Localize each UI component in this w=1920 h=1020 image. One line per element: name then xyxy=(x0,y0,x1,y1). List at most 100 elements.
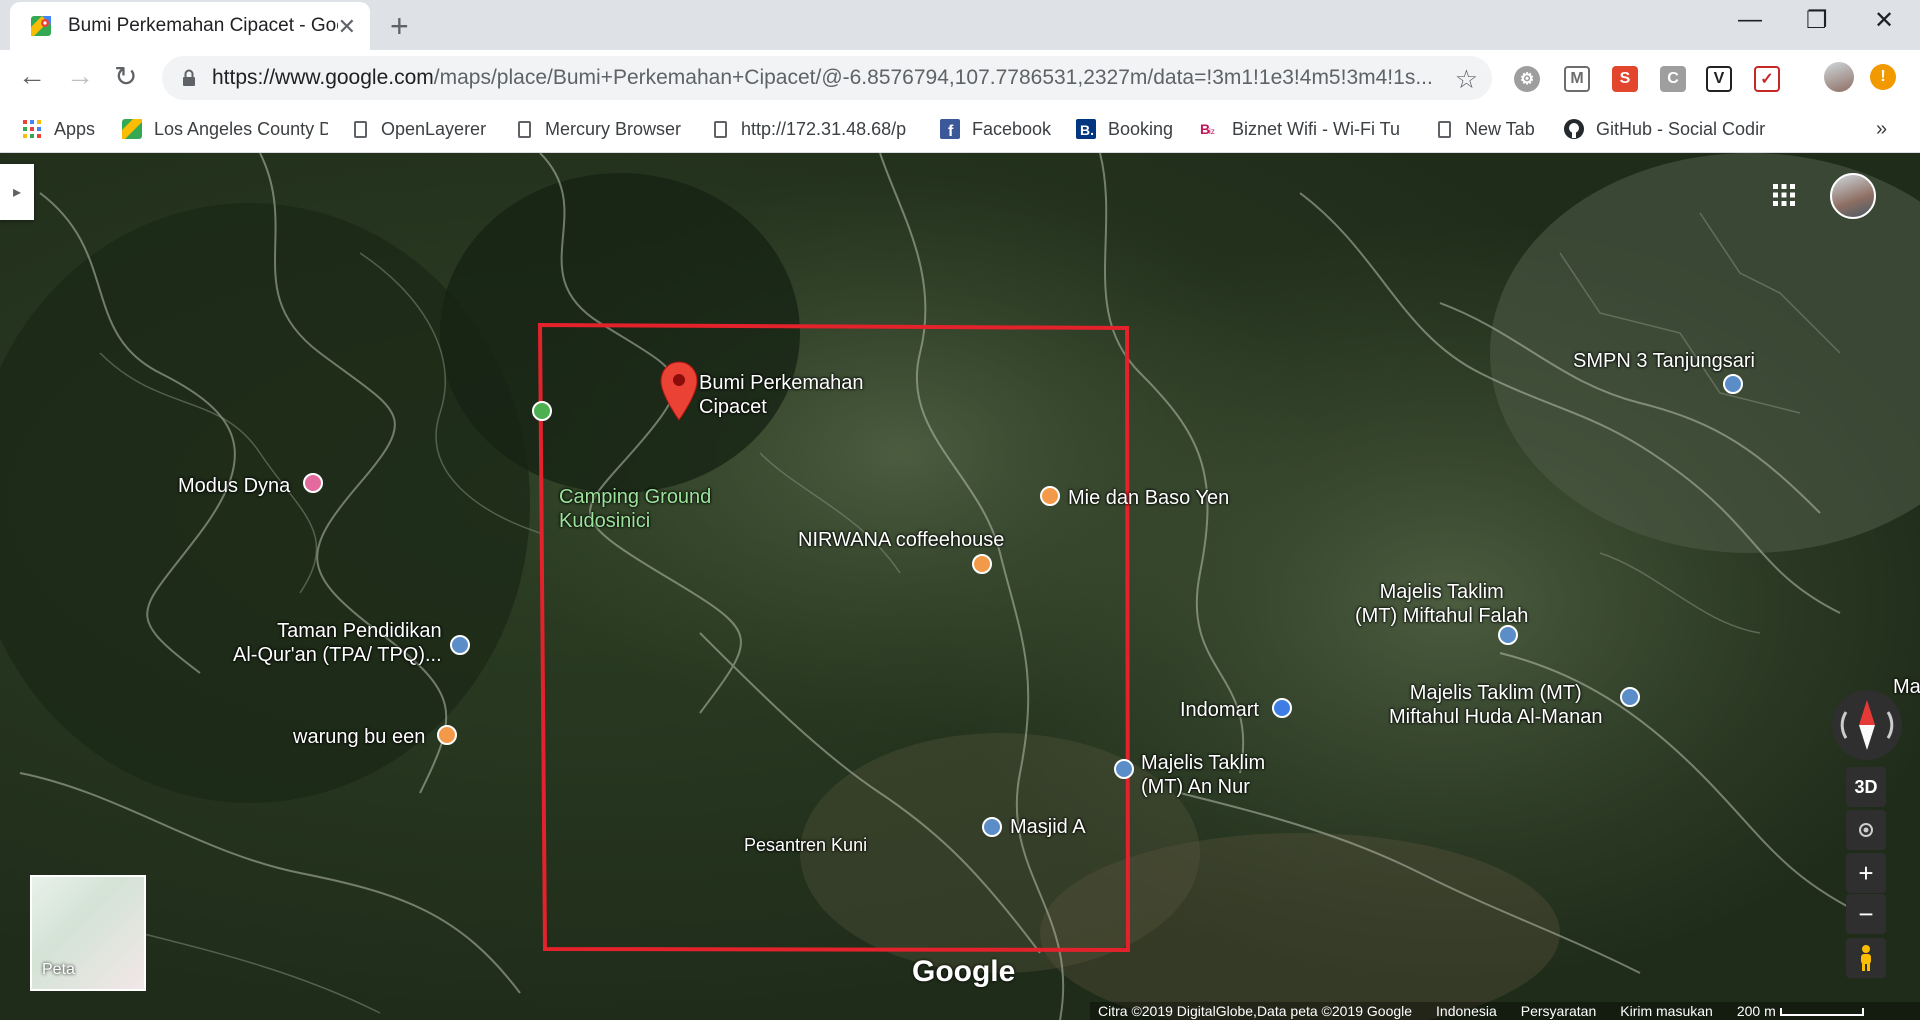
place-of-worship-icon[interactable] xyxy=(1114,759,1134,779)
bookmark-new-tab[interactable]: New Tab xyxy=(1438,116,1535,142)
place-label-taman-pendidikan[interactable]: Taman Pendidikan Al-Qur'an (TPA/ TPQ)... xyxy=(233,619,442,667)
zoom-out-button[interactable]: − xyxy=(1846,894,1886,934)
browser-toolbar: ← → ↻ https://www.google.com/maps/place/… xyxy=(0,50,1920,106)
page-icon xyxy=(518,120,531,138)
place-label-nirwana[interactable]: NIRWANA coffeehouse xyxy=(798,528,1004,552)
close-window-icon[interactable]: ✕ xyxy=(1874,6,1894,35)
svg-text:iz: iz xyxy=(1209,127,1215,136)
place-label-indomart[interactable]: Indomart xyxy=(1180,698,1259,722)
collapse-side-panel-button[interactable]: ▸ xyxy=(0,164,34,220)
shield-extension-icon[interactable]: ✓ xyxy=(1754,66,1780,92)
terms-link[interactable]: Persyaratan xyxy=(1521,1003,1596,1019)
bookmark-label: Biznet Wifi - Wi-Fi Tu xyxy=(1232,118,1401,139)
my-location-button[interactable] xyxy=(1846,810,1886,850)
place-label-modus-dyna[interactable]: Modus Dyna xyxy=(178,474,290,498)
v-extension-icon[interactable]: V xyxy=(1706,66,1732,92)
map-type-label: Peta xyxy=(42,961,75,978)
3d-toggle-button[interactable]: 3D xyxy=(1846,767,1886,807)
feedback-link[interactable]: Kirim masukan xyxy=(1620,1003,1713,1019)
tab-google-maps[interactable]: Bumi Perkemahan Cipacet - Google Maps ✕ xyxy=(10,2,370,50)
settings-extension-icon[interactable]: ⚙ xyxy=(1514,66,1540,92)
zoom-in-button[interactable]: + xyxy=(1846,853,1886,893)
reload-icon[interactable]: ↻ xyxy=(114,60,137,93)
place-label-masjid[interactable]: Masjid A xyxy=(1010,815,1086,839)
facebook-icon: f xyxy=(940,119,960,139)
mosque-icon[interactable] xyxy=(982,817,1002,837)
profile-avatar-icon[interactable] xyxy=(1824,62,1854,92)
bookmark-star-icon[interactable]: ☆ xyxy=(1455,64,1478,95)
new-tab-button[interactable]: + xyxy=(390,8,409,45)
place-label-warung-bu-een[interactable]: warung bu een xyxy=(293,725,425,749)
close-tab-icon[interactable]: ✕ xyxy=(338,14,356,40)
place-label-bottom-truncated[interactable]: Pesantren Kuni xyxy=(744,833,867,857)
back-icon[interactable]: ← xyxy=(18,60,46,92)
bookmark-biznet[interactable]: Biz Biznet Wifi - Wi-Fi Tu xyxy=(1200,116,1412,142)
map-footer: Citra ©2019 DigitalGlobe,Data peta ©2019… xyxy=(1090,1002,1920,1020)
location-marker-icon[interactable] xyxy=(660,361,698,421)
svg-text:f: f xyxy=(948,123,954,139)
place-of-worship-icon[interactable] xyxy=(1620,687,1640,707)
github-icon xyxy=(1564,119,1584,139)
compass-icon xyxy=(1840,700,1894,750)
shopping-icon[interactable] xyxy=(1272,698,1292,718)
lock-icon xyxy=(182,69,196,87)
bookmark-label: http://172.31.48.68/p xyxy=(741,118,907,139)
google-apps-icon[interactable] xyxy=(1772,183,1796,207)
bookmark-los-angeles[interactable]: Los Angeles County D xyxy=(122,116,328,142)
place-label-majelis-an-nur[interactable]: Majelis Taklim (MT) An Nur xyxy=(1141,751,1265,799)
bookmark-ip-address[interactable]: http://172.31.48.68/p xyxy=(714,116,914,142)
minimize-icon[interactable]: — xyxy=(1738,6,1762,34)
bookmark-facebook[interactable]: f Facebook xyxy=(940,116,1051,142)
cafe-icon[interactable] xyxy=(972,554,992,574)
gmail-extension-icon[interactable]: M xyxy=(1564,66,1590,92)
place-label-smpn-3[interactable]: SMPN 3 Tanjungsari xyxy=(1573,349,1755,373)
update-alert-icon[interactable]: ! xyxy=(1870,64,1896,90)
tab-title: Bumi Perkemahan Cipacet - Google Maps xyxy=(68,15,338,36)
c-extension-icon[interactable]: C xyxy=(1660,66,1686,92)
hotel-icon[interactable] xyxy=(303,473,323,493)
forward-icon[interactable]: → xyxy=(66,60,94,92)
svg-text:B.: B. xyxy=(1080,122,1094,138)
booking-icon: B. xyxy=(1076,119,1096,139)
target-icon xyxy=(1859,823,1873,837)
map-type-toggle[interactable]: Peta xyxy=(30,875,146,991)
place-label-majelis-huda[interactable]: Majelis Taklim (MT) Miftahul Huda Al-Man… xyxy=(1389,681,1602,729)
country-link[interactable]: Indonesia xyxy=(1436,1003,1497,1019)
place-label-camping-ground[interactable]: Camping Ground Kudosinici xyxy=(559,485,711,533)
street-view-button[interactable] xyxy=(1846,938,1886,978)
page-icon xyxy=(354,120,367,138)
bookmark-label: Apps xyxy=(54,118,96,139)
s-extension-icon[interactable]: S xyxy=(1612,66,1638,92)
bookmarks-bar: Apps Los Angeles County D OpenLayerer Me… xyxy=(0,106,1920,153)
compass-control[interactable] xyxy=(1832,690,1902,760)
scale-bar[interactable]: 200 m xyxy=(1737,1003,1864,1019)
restore-icon[interactable]: ❐ xyxy=(1806,6,1828,35)
bookmark-apps[interactable]: Apps xyxy=(22,116,95,142)
page-icon xyxy=(1438,120,1451,138)
google-maps-icon xyxy=(30,15,52,37)
education-icon[interactable] xyxy=(450,635,470,655)
satellite-imagery xyxy=(0,153,1920,1020)
bookmark-openlayerer[interactable]: OpenLayerer xyxy=(354,116,486,142)
bookmark-label: New Tab xyxy=(1465,118,1535,139)
attribution-text: Citra ©2019 DigitalGlobe,Data peta ©2019… xyxy=(1098,1003,1413,1019)
maps-icon xyxy=(122,119,142,139)
place-label-mie-dan-baso[interactable]: Mie dan Baso Yen xyxy=(1068,486,1229,510)
restaurant-icon[interactable] xyxy=(437,725,457,745)
url-text: https://www.google.com/maps/place/Bumi+P… xyxy=(212,66,1462,90)
bookmark-mercury[interactable]: Mercury Browser xyxy=(518,116,681,142)
place-label-bumi-perkemahan[interactable]: Bumi Perkemahan Cipacet xyxy=(699,371,864,419)
campground-icon[interactable] xyxy=(532,401,552,421)
school-icon[interactable] xyxy=(1723,374,1743,394)
bookmark-label: Mercury Browser xyxy=(545,118,682,139)
bookmarks-overflow-button[interactable]: » xyxy=(1876,116,1887,142)
place-of-worship-icon[interactable] xyxy=(1498,625,1518,645)
bookmark-label: Booking xyxy=(1108,118,1174,139)
account-avatar[interactable] xyxy=(1830,173,1876,219)
restaurant-icon[interactable] xyxy=(1040,486,1060,506)
place-label-majelis-falah[interactable]: Majelis Taklim (MT) Miftahul Falah xyxy=(1355,580,1528,628)
address-bar[interactable]: https://www.google.com/maps/place/Bumi+P… xyxy=(162,56,1492,100)
bookmark-booking[interactable]: B. Booking xyxy=(1076,116,1173,142)
bookmark-github[interactable]: GitHub - Social Codir xyxy=(1564,116,1766,142)
satellite-map[interactable]: ▸ Bumi Perkemahan Cipacet Camping Ground… xyxy=(0,153,1920,1020)
